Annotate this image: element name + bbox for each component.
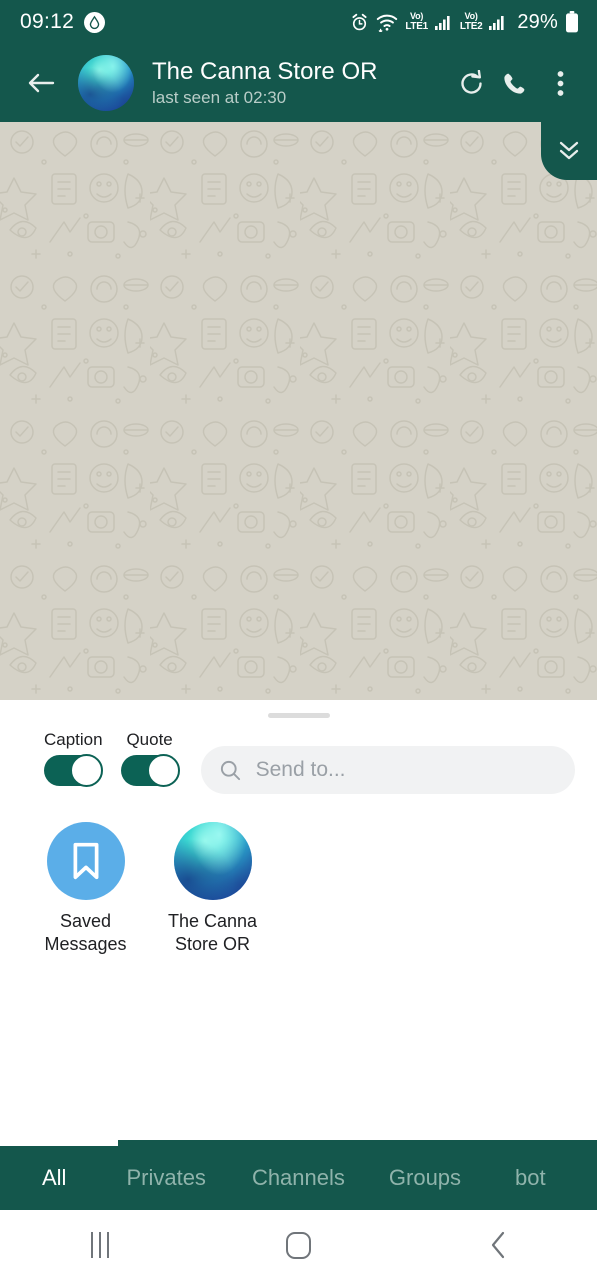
refresh-button[interactable] [451, 60, 491, 106]
share-target-label2-line1: The Canna [167, 911, 258, 931]
android-navigation-bar [0, 1210, 597, 1280]
home-icon [286, 1231, 311, 1259]
sheet-drag-handle[interactable] [267, 713, 330, 718]
volte-sim1-indicator: Vo) LTE1 [405, 12, 428, 32]
status-bar-left: 09:12 [20, 10, 106, 34]
alarm-clock-icon [350, 13, 369, 32]
tab-groups[interactable]: Groups [389, 1165, 461, 1191]
nav-recents-button[interactable] [0, 1210, 199, 1280]
bookmark-icon [46, 822, 125, 900]
status-bar: 09:12 Vo) LTE1 Vo) LTE2 29% [0, 0, 597, 44]
water-drop-icon [84, 11, 106, 33]
share-target-label-2: The Canna Store OR [168, 910, 257, 956]
volte-sim2-indicator: Vo) LTE2 [460, 12, 483, 32]
signal-bars-icon [434, 14, 453, 30]
call-button[interactable] [491, 60, 537, 106]
volte-sim1-bottom: LTE1 [405, 21, 428, 32]
battery-percent-label: 29% [517, 10, 558, 33]
caption-toggle[interactable] [44, 754, 104, 787]
volte-sim2-top: Vo) [464, 11, 478, 21]
search-placeholder-text: Send to... [255, 758, 346, 781]
back-button[interactable] [20, 62, 62, 104]
quote-toggle-group: Quote [120, 730, 180, 787]
status-bar-clock: 09:12 [20, 10, 75, 33]
sheet-options-row: Caption Quote Send to... [0, 730, 597, 796]
caption-toggle-knob [70, 754, 104, 787]
share-target-the-canna-store-or[interactable]: The Canna Store OR [149, 822, 276, 956]
share-target-list: Saved Messages The Canna Store OR [0, 822, 597, 956]
tab-all[interactable]: All [42, 1165, 66, 1191]
chat-title-block[interactable]: The Canna Store OR last seen at 02:30 [152, 57, 457, 109]
filter-tab-bar-wrapper: All Privates Channels Groups bot [0, 1140, 597, 1210]
signal-bars-icon-2 [489, 14, 507, 30]
nav-back-button[interactable] [398, 1210, 597, 1280]
chat-header: The Canna Store OR last seen at 02:30 [0, 44, 597, 122]
caption-toggle-label: Caption [44, 730, 103, 749]
chat-header-actions [457, 60, 583, 106]
quote-toggle-knob [146, 754, 180, 787]
contact-photo-avatar [173, 822, 252, 900]
send-to-search-input[interactable]: Send to... [200, 746, 575, 794]
share-bottom-sheet: Caption Quote Send to... Saved Messages … [0, 700, 597, 1146]
chat-message-area [0, 122, 597, 700]
tab-channels[interactable]: Channels [252, 1165, 345, 1191]
battery-icon [565, 11, 579, 33]
status-bar-right: Vo) LTE1 Vo) LTE2 29% [350, 11, 579, 34]
share-target-label: Saved Messages [44, 910, 126, 956]
overflow-menu-button[interactable] [537, 60, 583, 106]
volte-sim2-bottom: LTE2 [459, 21, 483, 32]
caption-toggle-group: Caption [44, 730, 104, 787]
volte-sim1-top: Vo) [409, 11, 424, 21]
avatar[interactable] [78, 55, 134, 111]
nav-home-button[interactable] [199, 1210, 398, 1280]
recents-icon [90, 1232, 109, 1258]
page-title: The Canna Store OR [152, 58, 378, 85]
tab-bot[interactable]: bot [515, 1165, 546, 1191]
back-chevron-icon [491, 1231, 504, 1259]
double-chevron-down-icon [559, 141, 579, 160]
quote-toggle[interactable] [120, 754, 180, 787]
share-target-label-line1: Saved [59, 911, 112, 931]
wifi-icon [376, 13, 398, 32]
share-target-label2-line2: Store OR [174, 934, 251, 954]
tab-privates[interactable]: Privates [126, 1165, 205, 1191]
chat-wallpaper-doodles [0, 122, 597, 700]
phone-screen: 09:12 Vo) LTE1 Vo) LTE2 29% The Canna St… [0, 0, 597, 1280]
search-icon [219, 759, 242, 782]
chat-subtitle: last seen at 02:30 [152, 88, 287, 107]
filter-tab-bar: All Privates Channels Groups bot [0, 1146, 597, 1210]
share-target-saved-messages[interactable]: Saved Messages [22, 822, 149, 956]
scroll-to-bottom-button[interactable] [541, 122, 597, 180]
quote-toggle-label: Quote [126, 730, 173, 749]
share-target-label-line2: Messages [44, 934, 127, 954]
